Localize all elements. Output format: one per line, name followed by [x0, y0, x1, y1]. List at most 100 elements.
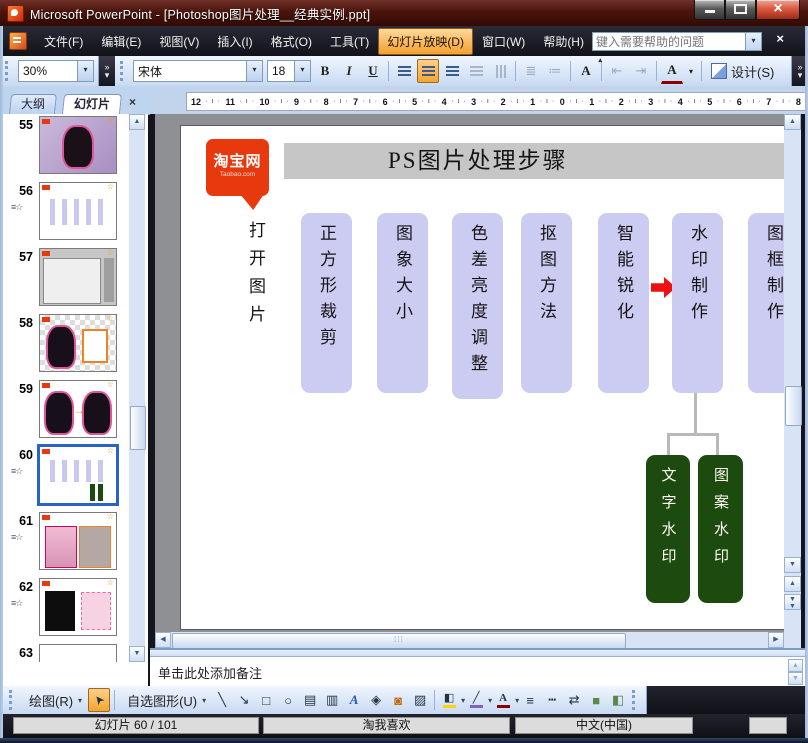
zoom-combobox[interactable]: 30% ▾	[18, 60, 94, 82]
powerpoint-app-icon[interactable]	[7, 4, 24, 22]
insert-picture-icon[interactable]: ▨	[410, 689, 430, 711]
vertical-scrollbar-thumb[interactable]	[785, 386, 802, 426]
step-box-5[interactable]: 智能锐化	[598, 213, 649, 393]
help-input[interactable]	[593, 34, 745, 49]
dash-style-icon[interactable]: ┅	[542, 689, 562, 711]
font-color-button[interactable]: A	[661, 58, 683, 84]
increase-indent-button[interactable]: ⇥	[630, 59, 652, 83]
close-button[interactable]	[756, 0, 800, 20]
arrow-style-icon[interactable]: ⇄	[564, 689, 584, 711]
line-tool-icon[interactable]: ╲	[212, 689, 232, 711]
shadow-style-icon[interactable]: ■	[586, 689, 606, 711]
text-direction-button[interactable]	[489, 59, 511, 83]
animation-indicator-icon[interactable]: ≡☆	[11, 532, 23, 543]
toolbar-grip[interactable]	[9, 690, 17, 710]
font-color-dropdown-icon[interactable]: ▾	[685, 59, 697, 83]
notes-pane[interactable]: 单击此处添加备注 ▲ ▼	[150, 656, 805, 687]
scroll-up-icon[interactable]: ▲	[129, 114, 145, 130]
line-style-icon[interactable]: ≡	[520, 689, 540, 711]
scroll-down-icon[interactable]: ▼	[784, 557, 801, 573]
rectangle-tool-icon[interactable]: □	[256, 689, 276, 711]
toolbar-overflow-button[interactable]: » ▾	[99, 56, 115, 86]
panel-vertical-scrollbar[interactable]: ▲ ▼	[129, 114, 146, 662]
font-name-dropdown-icon[interactable]: ▾	[246, 61, 262, 81]
slide-thumbnail-58[interactable]: ☆	[39, 314, 117, 372]
horizontal-scrollbar-thumb[interactable]: ⁞⁞⁞	[172, 633, 626, 649]
step-box-2[interactable]: 图象大小	[377, 213, 428, 393]
font-size-combobox[interactable]: 18 ▾	[267, 60, 311, 82]
text-box-icon[interactable]: ▤	[300, 689, 320, 711]
slide-thumbnail-60[interactable]: ☆	[37, 444, 119, 506]
diagram-icon[interactable]: ◈	[366, 689, 386, 711]
draw-menu-button[interactable]: 绘图(R) ▾	[21, 688, 86, 712]
fill-color-button[interactable]: ◧	[438, 689, 460, 711]
scroll-up-icon[interactable]: ▲	[788, 659, 803, 672]
arrow-tool-icon[interactable]: ↘	[234, 689, 254, 711]
select-objects-button[interactable]: ➤	[88, 688, 111, 712]
animation-indicator-icon[interactable]: ≡☆	[11, 202, 23, 213]
menu-item-2[interactable]: 编辑(E)	[92, 28, 150, 55]
slide-thumbnail-62[interactable]: ☆	[39, 578, 117, 636]
tab-slides[interactable]: 幻灯片	[61, 94, 123, 114]
main-horizontal-scrollbar[interactable]: ◀ ⁞⁞⁞ ▶	[155, 632, 784, 649]
wordart-icon[interactable]: A	[344, 689, 364, 711]
line-color-button[interactable]: ╱	[465, 689, 487, 711]
slide-thumbnail-61[interactable]: ☆	[39, 512, 117, 570]
language-indicator[interactable]: 中文(中国)	[515, 717, 693, 734]
3d-style-icon[interactable]: ◧	[608, 689, 628, 711]
notes-scrollbar[interactable]: ▲ ▼	[788, 659, 803, 685]
menu-item-3[interactable]: 视图(V)	[150, 28, 208, 55]
step-box-4[interactable]: 抠图方法	[521, 213, 572, 393]
menubar-close-icon[interactable]: ×	[776, 31, 784, 46]
toolbar-grip[interactable]	[120, 61, 128, 81]
menu-item-9[interactable]: 帮助(H)	[534, 28, 593, 55]
scroll-left-icon[interactable]: ◀	[155, 632, 171, 648]
slide-thumbnail-56[interactable]: ☆	[39, 182, 117, 240]
scroll-up-icon[interactable]: ▲	[784, 114, 801, 130]
line-spacing-button[interactable]	[465, 59, 487, 83]
menu-item-1[interactable]: 文件(F)	[35, 28, 92, 55]
step-box-7[interactable]: 图框制作	[748, 213, 784, 393]
help-dropdown-icon[interactable]: ▾	[745, 33, 761, 50]
slide-thumbnail-63[interactable]	[39, 644, 117, 662]
restore-button[interactable]	[725, 0, 756, 20]
substep-box-2[interactable]: 图案水印	[698, 455, 743, 603]
align-center-button[interactable]	[417, 59, 439, 83]
menu-item-6[interactable]: 工具(T)	[321, 28, 378, 55]
clipart-icon[interactable]: ◙	[388, 689, 408, 711]
minimize-button[interactable]	[694, 0, 725, 20]
panel-scrollbar-thumb[interactable]	[130, 406, 146, 450]
vertical-text-box-icon[interactable]: ▥	[322, 689, 342, 711]
menu-item-5[interactable]: 格式(O)	[262, 28, 321, 55]
slide-thumbnail-57[interactable]: ☆	[39, 248, 117, 306]
slide-canvas[interactable]: 淘宝网 Taobao.com PS图片处理步骤 打开图片 文字水印 图案水印 正…	[180, 125, 784, 630]
slide-thumbnail-55[interactable]: ☆	[39, 116, 117, 174]
font-size-dropdown-icon[interactable]: ▾	[294, 61, 310, 81]
font-name-combobox[interactable]: 宋体 ▾	[133, 60, 263, 82]
design-button[interactable]: 设计(S)	[706, 59, 779, 83]
next-slide-button[interactable]: ▼ ▼	[784, 594, 801, 610]
align-right-button[interactable]	[441, 59, 463, 83]
slide-title[interactable]: PS图片处理步骤	[284, 143, 784, 179]
align-left-button[interactable]	[393, 59, 415, 83]
underline-button[interactable]: U	[362, 59, 384, 83]
notes-placeholder[interactable]: 单击此处添加备注	[158, 663, 262, 682]
autoshapes-menu-button[interactable]: 自选图形(U) ▾	[119, 688, 210, 712]
tab-outline[interactable]: 大纲	[8, 94, 58, 114]
toolbar-grip[interactable]	[5, 61, 13, 81]
animation-indicator-icon[interactable]: ≡☆	[11, 598, 23, 609]
substep-box-1[interactable]: 文字水印	[646, 455, 690, 603]
toolbar-grip[interactable]	[632, 690, 640, 710]
main-vertical-scrollbar[interactable]: ▲ ▼ ▲▲ ▼▼	[784, 114, 802, 632]
pane-close-icon[interactable]: ×	[129, 95, 136, 109]
dropdown-icon[interactable]: ▾	[515, 696, 519, 705]
animation-indicator-icon[interactable]: ≡☆	[11, 466, 23, 477]
drawing-font-color-button[interactable]: A	[492, 689, 514, 711]
menu-item-8[interactable]: 窗口(W)	[473, 28, 534, 55]
zoom-dropdown-icon[interactable]: ▾	[77, 61, 93, 81]
oval-tool-icon[interactable]: ○	[278, 689, 298, 711]
bold-button[interactable]: B	[314, 59, 336, 83]
taobao-logo[interactable]: 淘宝网 Taobao.com	[206, 139, 269, 196]
menu-item-4[interactable]: 插入(I)	[208, 28, 261, 55]
step-box-1[interactable]: 正方形裁剪	[301, 213, 352, 393]
